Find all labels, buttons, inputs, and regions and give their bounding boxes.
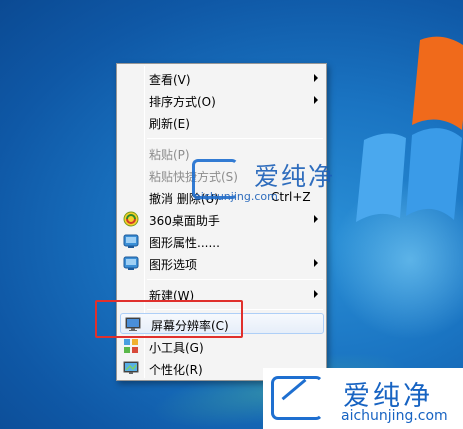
highlight-box — [95, 300, 243, 338]
menu-item-gadgets[interactable]: 小工具(G) — [119, 336, 324, 357]
menu-item-label: 刷新(E) — [149, 117, 190, 131]
graphics-properties-icon — [123, 234, 139, 248]
menu-item-label: 粘贴(P) — [149, 148, 190, 162]
menu-item-label: 360桌面助手 — [149, 214, 220, 228]
gadgets-icon — [124, 339, 138, 353]
watermark-url: aichunjing.com — [194, 190, 278, 203]
menu-item-graphics-properties[interactable]: 图形属性...... — [119, 231, 324, 252]
menu-item-label: 图形属性...... — [149, 236, 220, 250]
personalize-icon — [123, 361, 139, 374]
360-desktop-icon — [123, 211, 139, 227]
menu-item-label: 查看(V) — [149, 73, 191, 87]
submenu-arrow-icon — [314, 215, 318, 223]
menu-item-sort-by[interactable]: 排序方式(O) — [119, 90, 324, 111]
brand-url: aichunjing.com — [341, 408, 448, 424]
menu-item-label: 个性化(R) — [149, 363, 203, 377]
menu-item-view[interactable]: 查看(V) — [119, 68, 324, 89]
watermark-title: 爱纯净 — [254, 162, 336, 191]
menu-item-refresh[interactable]: 刷新(E) — [119, 112, 324, 133]
submenu-arrow-icon — [314, 259, 318, 267]
submenu-arrow-icon — [314, 290, 318, 298]
menu-separator — [147, 279, 323, 280]
menu-item-label: 小工具(G) — [149, 341, 204, 355]
submenu-arrow-icon — [314, 74, 318, 82]
watermark: 爱纯净 aichunjing.com — [192, 157, 372, 207]
menu-item-label: 排序方式(O) — [149, 95, 216, 109]
submenu-arrow-icon — [314, 96, 318, 104]
menu-item-graphics-options[interactable]: 图形选项 — [119, 253, 324, 274]
brand-logo-icon — [271, 376, 323, 420]
menu-item-label: 图形选项 — [149, 258, 198, 272]
brand-badge: 爱纯净 aichunjing.com — [263, 368, 463, 429]
menu-item-360-desktop[interactable]: 360桌面助手 — [119, 209, 324, 230]
graphics-options-icon — [123, 256, 139, 270]
menu-separator — [147, 138, 323, 139]
